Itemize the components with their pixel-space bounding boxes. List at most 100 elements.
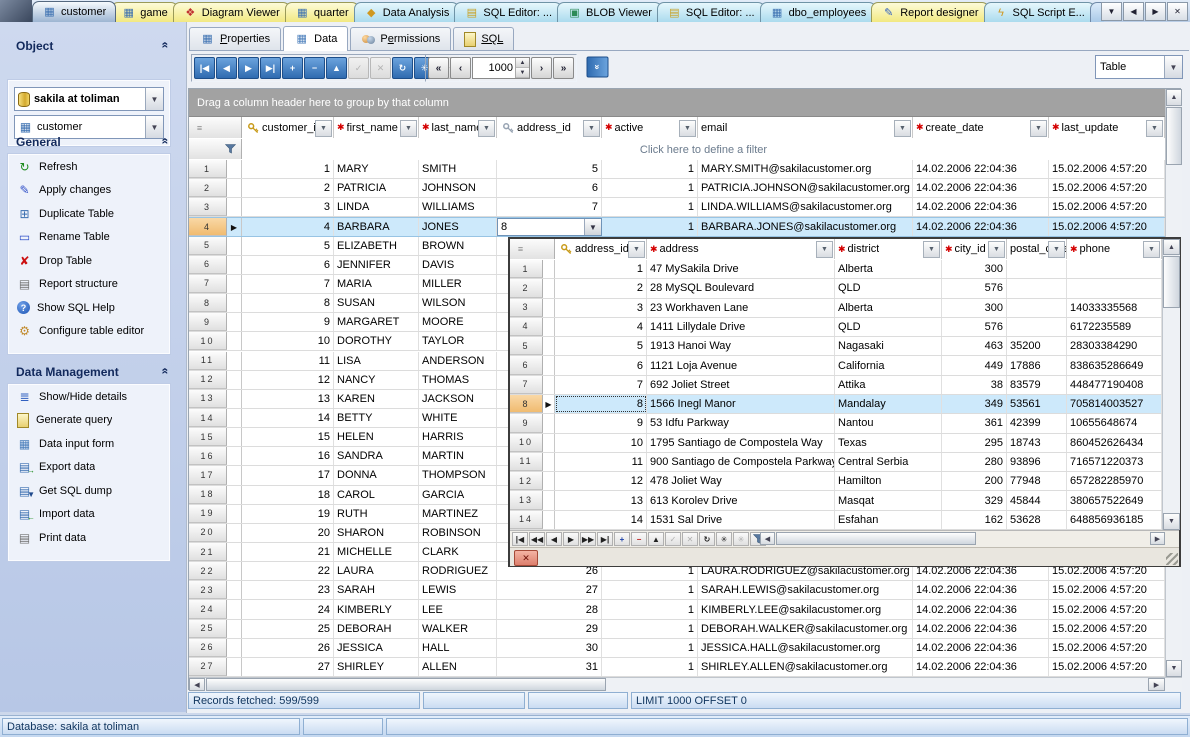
- cell-last_update[interactable]: 15.02.2006 4:57:20: [1049, 620, 1165, 638]
- cell-last_name[interactable]: SMITH: [419, 160, 497, 178]
- popup-cell-postal_code[interactable]: [1007, 279, 1067, 297]
- popup-cell-city_id[interactable]: 300: [942, 260, 1007, 278]
- cell-customer_id[interactable]: 6: [242, 256, 334, 274]
- row-number[interactable]: 2: [510, 279, 543, 297]
- row-number[interactable]: 9: [510, 414, 543, 432]
- cell-active[interactable]: 1: [602, 581, 698, 599]
- cell-last_name[interactable]: CLARK: [419, 543, 497, 561]
- popup-column-header-postal_code[interactable]: postal_code▼: [1007, 239, 1067, 259]
- popup-cell-postal_code[interactable]: [1007, 318, 1067, 336]
- popup-cell-phone[interactable]: 705814003527: [1067, 395, 1162, 413]
- column-header-customer_id[interactable]: customer_id▼: [242, 117, 334, 138]
- popup-cell-district[interactable]: Esfahan: [835, 511, 942, 529]
- cell-last_update[interactable]: 15.02.2006 4:57:20: [1049, 658, 1165, 676]
- collapse-chevron-icon[interactable]: «: [159, 138, 173, 147]
- first-record-button[interactable]: |◀: [194, 57, 215, 79]
- cell-first_name[interactable]: SARAH: [334, 581, 419, 599]
- cell-first_name[interactable]: BETTY: [334, 409, 419, 427]
- sidebar-item-print-data[interactable]: ▤Print data: [9, 526, 169, 550]
- popup-cell-city_id[interactable]: 576: [942, 279, 1007, 297]
- row-number[interactable]: 17: [189, 466, 227, 484]
- cell-first_name[interactable]: MICHELLE: [334, 543, 419, 561]
- cell-last_name[interactable]: LEE: [419, 600, 497, 618]
- row-number[interactable]: 19: [189, 505, 227, 523]
- cell-address_id[interactable]: 28: [497, 600, 602, 618]
- row-number[interactable]: 13: [510, 491, 543, 509]
- cell-create_date[interactable]: 14.02.2006 22:04:36: [913, 198, 1049, 216]
- prior-record-button[interactable]: ◀: [216, 57, 237, 79]
- cell-email[interactable]: LINDA.WILLIAMS@sakilacustomer.org: [698, 198, 913, 216]
- popup-cell-phone[interactable]: 448477190408: [1067, 376, 1162, 394]
- cell-last_name[interactable]: GARCIA: [419, 486, 497, 504]
- popup-cell-district[interactable]: Texas: [835, 434, 942, 452]
- popup-cell-postal_code[interactable]: 93896: [1007, 453, 1067, 471]
- scroll-up-icon[interactable]: ▲: [1166, 89, 1182, 106]
- row-number[interactable]: 16: [189, 447, 227, 465]
- cell-last_name[interactable]: HARRIS: [419, 428, 497, 446]
- nav-fast-next-button[interactable]: ▶▶: [580, 532, 596, 546]
- sidebar-item-rename-table[interactable]: ▭Rename Table: [9, 226, 169, 250]
- cell-first_name[interactable]: SHIRLEY: [334, 658, 419, 676]
- popup-cell-city_id[interactable]: 300: [942, 299, 1007, 317]
- row-number[interactable]: 27: [189, 658, 227, 676]
- cell-create_date[interactable]: 14.02.2006 22:04:36: [913, 179, 1049, 197]
- cell-address_id[interactable]: 31: [497, 658, 602, 676]
- tab-control-dropdown-icon[interactable]: ▼: [1101, 2, 1122, 21]
- popup-cell-address_id[interactable]: 12: [555, 472, 647, 490]
- next-page-button[interactable]: ›: [531, 57, 552, 79]
- cell-customer_id[interactable]: 12: [242, 371, 334, 389]
- popup-cell-address_id[interactable]: 11: [555, 453, 647, 471]
- app-tab-game[interactable]: ▦game: [111, 2, 178, 22]
- sidebar-item-drop-table[interactable]: ✘Drop Table: [9, 249, 169, 273]
- popup-cell-address[interactable]: 47 MySakila Drive: [647, 260, 835, 278]
- scroll-up-icon[interactable]: ▲: [1163, 239, 1180, 255]
- sidebar-item-refresh[interactable]: ↻Refresh: [9, 155, 169, 179]
- cell-last_name[interactable]: ROBINSON: [419, 524, 497, 542]
- popup-cell-city_id[interactable]: 449: [942, 356, 1007, 374]
- popup-column-chooser-cell[interactable]: ≡: [510, 239, 555, 259]
- nav-fast-prior-button[interactable]: ◀◀: [529, 532, 545, 546]
- popup-cell-district[interactable]: QLD: [835, 279, 942, 297]
- sidebar-item-data-input-form[interactable]: ▦Data input form: [9, 432, 169, 456]
- popup-close-button[interactable]: ✕: [514, 550, 538, 566]
- section-header-data-management[interactable]: Data Management«: [8, 362, 170, 382]
- row-number[interactable]: 23: [189, 581, 227, 599]
- popup-cell-phone[interactable]: 380657522649: [1067, 491, 1162, 509]
- cell-customer_id[interactable]: 1: [242, 160, 334, 178]
- popup-cell-district[interactable]: Central Serbia: [835, 453, 942, 471]
- row-number[interactable]: 12: [510, 472, 543, 490]
- cell-last_name[interactable]: THOMPSON: [419, 466, 497, 484]
- cell-last_name[interactable]: WALKER: [419, 620, 497, 638]
- column-filter-dropdown[interactable]: ▼: [400, 120, 417, 137]
- cell-first_name[interactable]: PATRICIA: [334, 179, 419, 197]
- section-header-general[interactable]: General«: [8, 132, 170, 152]
- cell-address_id[interactable]: 29: [497, 620, 602, 638]
- row-number[interactable]: 14: [189, 409, 227, 427]
- popup-column-header-city_id[interactable]: ✱city_id▼: [942, 239, 1007, 259]
- cell-email[interactable]: MARY.SMITH@sakilacustomer.org: [698, 160, 913, 178]
- row-number[interactable]: 11: [189, 352, 227, 370]
- cell-address_id[interactable]: 6: [497, 179, 602, 197]
- cell-active[interactable]: 1: [602, 658, 698, 676]
- nav-insert-button[interactable]: +: [614, 532, 630, 546]
- collapse-chevron-icon[interactable]: «: [159, 368, 173, 377]
- scroll-down-icon[interactable]: ▼: [1163, 513, 1180, 530]
- grid-horizontal-scrollbar[interactable]: ◀▶: [189, 677, 1182, 691]
- cell-first_name[interactable]: JESSICA: [334, 639, 419, 657]
- popup-cell-address_id[interactable]: 7: [555, 376, 647, 394]
- chevron-down-icon[interactable]: ▼: [145, 88, 163, 110]
- popup-cell-phone[interactable]: 6172235589: [1067, 318, 1162, 336]
- first-page-button[interactable]: «: [428, 57, 449, 79]
- popup-vertical-scrollbar[interactable]: ▲▼: [1162, 239, 1180, 530]
- app-tab-sql-script-e-[interactable]: ϟSQL Script E...: [984, 2, 1095, 22]
- cell-first_name[interactable]: RUTH: [334, 505, 419, 523]
- cell-last_update[interactable]: 15.02.2006 4:57:20: [1049, 600, 1165, 618]
- cell-last_name[interactable]: WHITE: [419, 409, 497, 427]
- column-filter-dropdown[interactable]: ▼: [1146, 120, 1163, 137]
- row-number[interactable]: 14: [510, 511, 543, 529]
- cell-customer_id[interactable]: 14: [242, 409, 334, 427]
- app-tab-blob-viewer[interactable]: ▣BLOB Viewer: [557, 2, 662, 22]
- sidebar-item-import-data[interactable]: ▤←Import data: [9, 503, 169, 527]
- address-id-edit-combo[interactable]: 8▼: [497, 218, 602, 235]
- spin-up-icon[interactable]: ▲: [516, 58, 529, 68]
